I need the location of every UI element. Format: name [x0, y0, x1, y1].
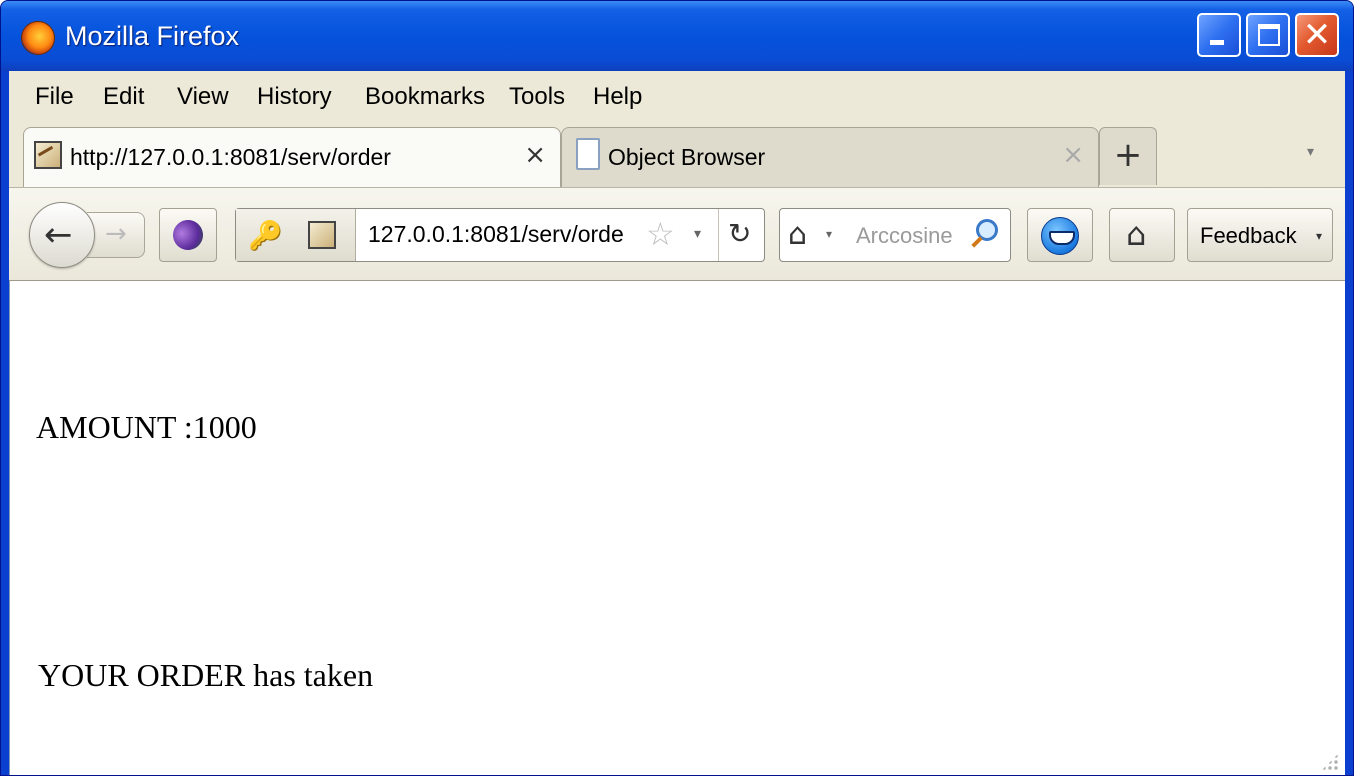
forward-button[interactable]: →: [87, 212, 145, 258]
browser-window: Mozilla Firefox ✕ File Edit View History…: [0, 0, 1354, 776]
site-favicon-icon: [308, 221, 336, 249]
maximize-icon: [1258, 24, 1280, 46]
feedback-button[interactable]: Feedback ▾: [1187, 208, 1333, 262]
minimize-icon: [1210, 40, 1224, 45]
search-bar[interactable]: ⌂ ▾ Arccosine: [779, 208, 1011, 262]
search-engine-icon[interactable]: ⌂: [788, 217, 807, 252]
minimize-button[interactable]: [1197, 13, 1241, 57]
forward-arrow-icon: →: [105, 219, 127, 249]
url-input[interactable]: 127.0.0.1:8081/serv/orde: [368, 221, 646, 248]
tab-close-icon[interactable]: ×: [524, 140, 546, 170]
smiley-icon: [1041, 217, 1079, 255]
resize-grip-icon[interactable]: [1321, 753, 1339, 771]
menu-history[interactable]: History: [257, 83, 332, 111]
page-content: AMOUNT :1000 YOUR ORDER has taken: [9, 281, 1345, 775]
navigation-toolbar: → ← 🔑 127.0.0.1:8081/serv/orde ☆ ▾ ↻ ⌂ ▾…: [9, 187, 1345, 281]
reload-icon[interactable]: ↻: [728, 217, 751, 250]
amount-text: AMOUNT :1000: [36, 409, 257, 445]
maximize-button[interactable]: [1246, 13, 1290, 57]
menu-bar: File Edit View History Bookmarks Tools H…: [9, 71, 1345, 121]
bookmark-star-icon[interactable]: ☆: [646, 215, 675, 253]
home-button[interactable]: ⌂: [1109, 208, 1175, 262]
search-engine-dropdown-icon[interactable]: ▾: [826, 227, 832, 241]
url-bar[interactable]: 🔑 127.0.0.1:8081/serv/orde ☆ ▾ ↻: [235, 208, 765, 262]
tab-label: Object Browser: [608, 144, 766, 170]
addon-button[interactable]: [159, 208, 217, 262]
title-bar: Mozilla Firefox ✕: [1, 1, 1353, 71]
search-icon[interactable]: [976, 219, 998, 241]
site-favicon-icon: [34, 141, 62, 169]
close-icon: ✕: [1302, 15, 1332, 55]
url-bar-separator: [718, 209, 719, 261]
key-icon: 🔑: [248, 219, 283, 252]
menu-bookmarks[interactable]: Bookmarks: [365, 83, 485, 111]
search-input[interactable]: Arccosine: [856, 223, 953, 249]
close-window-button[interactable]: ✕: [1295, 13, 1339, 57]
feedback-label: Feedback: [1200, 223, 1297, 248]
page-icon: [576, 138, 600, 170]
smiley-addon-button[interactable]: [1027, 208, 1093, 262]
firefox-logo-icon: [21, 21, 55, 55]
menu-view[interactable]: View: [177, 83, 229, 111]
site-identity-button[interactable]: 🔑: [236, 209, 356, 261]
menu-help[interactable]: Help: [593, 83, 642, 111]
order-status-text: YOUR ORDER has taken: [38, 657, 374, 693]
chevron-down-icon: ▾: [1316, 229, 1323, 243]
back-arrow-icon: ←: [44, 215, 73, 255]
new-tab-button[interactable]: +: [1099, 127, 1157, 185]
menu-file[interactable]: File: [35, 83, 74, 111]
menu-edit[interactable]: Edit: [103, 83, 144, 111]
window-title: Mozilla Firefox: [65, 21, 240, 51]
tab-list-dropdown-icon[interactable]: ▾: [1307, 143, 1314, 160]
tab-object-browser[interactable]: Object Browser ×: [561, 127, 1099, 187]
menu-tools[interactable]: Tools: [509, 83, 565, 111]
back-button[interactable]: ←: [29, 202, 95, 268]
url-history-dropdown-icon[interactable]: ▾: [694, 225, 701, 242]
addon-orb-icon: [167, 214, 209, 256]
tab-label: http://127.0.0.1:8081/serv/order: [70, 144, 391, 170]
tab-close-icon[interactable]: ×: [1062, 140, 1084, 170]
tab-order-page[interactable]: http://127.0.0.1:8081/serv/order ×: [23, 127, 561, 189]
home-icon: ⌂: [1126, 215, 1147, 253]
tab-strip: http://127.0.0.1:8081/serv/order × Objec…: [9, 121, 1345, 189]
